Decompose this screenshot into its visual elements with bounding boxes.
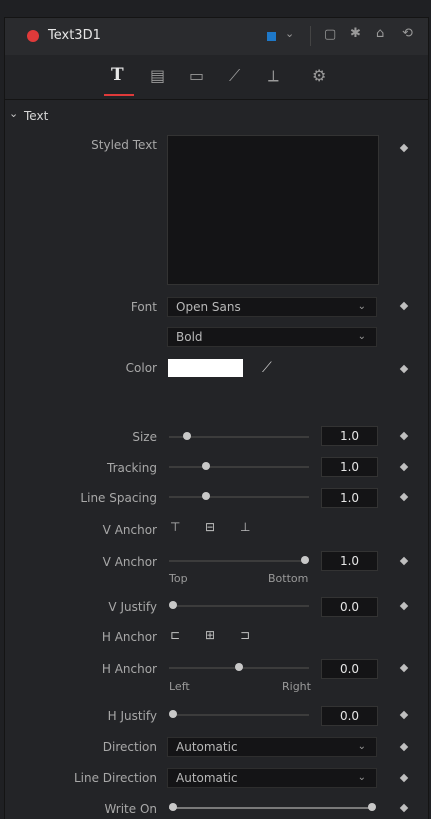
size-value[interactable]: 1.0 [321, 426, 378, 446]
lock-icon[interactable]: ⌂ [376, 26, 384, 41]
section-title: Text [24, 109, 49, 123]
line-direction-value: Automatic [176, 771, 238, 785]
h-anchor-value[interactable]: 0.0 [321, 659, 378, 679]
h-anchor-right-icon[interactable]: ⊐ [240, 628, 250, 642]
styled-text-input[interactable] [167, 135, 379, 285]
v-anchor-slider-track[interactable] [169, 560, 309, 562]
line-spacing-slider-track[interactable] [169, 496, 309, 498]
v-anchor-right-label: Bottom [268, 572, 309, 585]
h-justify-label: H Justify [107, 709, 157, 723]
font-family-value: Open Sans [176, 300, 241, 314]
direction-dropdown[interactable]: Automatic ⌄ [167, 737, 377, 757]
chevron-down-icon: ⌄ [357, 331, 366, 342]
node-color-swatch[interactable] [267, 32, 276, 41]
v-anchor-top-icon[interactable]: ⊤ [170, 520, 180, 534]
line-direction-label: Line Direction [73, 771, 157, 785]
styled-text-label: Styled Text [91, 138, 157, 152]
v-anchor-slider-label: V Anchor [102, 555, 157, 569]
write-on-end-knob[interactable] [368, 803, 376, 811]
dropdown-chevron-icon[interactable]: ⌄ [285, 27, 294, 40]
h-justify-slider-track[interactable] [169, 714, 309, 716]
size-label: Size [132, 430, 157, 444]
h-anchor-label: H Anchor [101, 630, 157, 644]
eyedropper-icon[interactable]: ⟋ [262, 360, 272, 376]
line-direction-dropdown[interactable]: Automatic ⌄ [167, 768, 377, 788]
text-tab-icon[interactable]: T [111, 65, 124, 85]
h-anchor-left-label: Left [169, 680, 190, 693]
font-style-value: Bold [176, 330, 203, 344]
inspector-tabs [4, 55, 429, 100]
line-spacing-slider-knob[interactable] [202, 492, 210, 500]
v-anchor-value[interactable]: 1.0 [321, 551, 378, 571]
chevron-down-icon: ⌄ [357, 741, 366, 752]
color-label: Color [125, 361, 157, 375]
h-anchor-slider-label: H Anchor [101, 662, 157, 676]
transform-tab-icon[interactable]: ▭ [189, 66, 204, 85]
h-anchor-left-icon[interactable]: ⊏ [170, 628, 180, 642]
h-justify-slider-knob[interactable] [169, 710, 177, 718]
layout-tab-icon[interactable]: ▤ [150, 66, 165, 85]
write-on-label: Write On [104, 802, 157, 816]
active-tab-underline [104, 94, 134, 96]
tracking-slider-track[interactable] [169, 466, 309, 468]
chevron-down-icon: ⌄ [357, 772, 366, 783]
v-justify-slider-track[interactable] [169, 605, 309, 607]
size-slider-knob[interactable] [183, 432, 191, 440]
line-spacing-value[interactable]: 1.0 [321, 488, 378, 508]
node-enable-dot[interactable] [27, 30, 39, 42]
v-anchor-bottom-icon[interactable]: ⊥ [240, 520, 250, 534]
v-anchor-left-label: Top [169, 572, 188, 585]
v-anchor-label: V Anchor [102, 523, 157, 537]
tracking-slider-knob[interactable] [202, 462, 210, 470]
window-icon[interactable]: ▢ [324, 27, 336, 42]
font-family-dropdown[interactable]: Open Sans ⌄ [167, 297, 377, 317]
node-title: Text3D1 [48, 28, 101, 43]
v-justify-slider-knob[interactable] [169, 601, 177, 609]
section-collapse-icon[interactable]: ⌄ [9, 107, 18, 120]
tracking-value[interactable]: 1.0 [321, 457, 378, 477]
inspector-panel: Text3D1 ⌄ ▢ ✱ ⌂ ⟲ T ▤ ▭ ⟋ ⟂ ⚙ ⌄ Text Sty… [0, 0, 431, 819]
h-justify-value[interactable]: 0.0 [321, 706, 378, 726]
reset-icon[interactable]: ⟲ [402, 26, 413, 41]
write-on-range-track[interactable] [169, 807, 374, 809]
v-justify-label: V Justify [108, 600, 157, 614]
settings-tab-icon[interactable]: ⚙ [312, 66, 326, 85]
write-on-start-knob[interactable] [169, 803, 177, 811]
v-anchor-slider-knob[interactable] [301, 556, 309, 564]
color-swatch[interactable] [168, 359, 243, 377]
v-anchor-center-icon[interactable]: ⊟ [205, 520, 215, 534]
v-justify-value[interactable]: 0.0 [321, 597, 378, 617]
3d-tab-icon[interactable]: ⟂ [268, 66, 279, 86]
tracking-label: Tracking [107, 461, 157, 475]
direction-value: Automatic [176, 740, 238, 754]
shading-tab-icon[interactable]: ⟋ [229, 66, 240, 86]
pin-icon[interactable]: ✱ [350, 26, 361, 41]
chevron-down-icon: ⌄ [357, 301, 366, 312]
h-anchor-right-label: Right [282, 680, 311, 693]
font-style-dropdown[interactable]: Bold ⌄ [167, 327, 377, 347]
header-separator [310, 26, 311, 46]
h-anchor-center-icon[interactable]: ⊞ [205, 628, 215, 642]
line-spacing-label: Line Spacing [80, 491, 157, 505]
h-anchor-slider-knob[interactable] [235, 663, 243, 671]
direction-label: Direction [102, 740, 157, 754]
font-label: Font [130, 300, 157, 314]
